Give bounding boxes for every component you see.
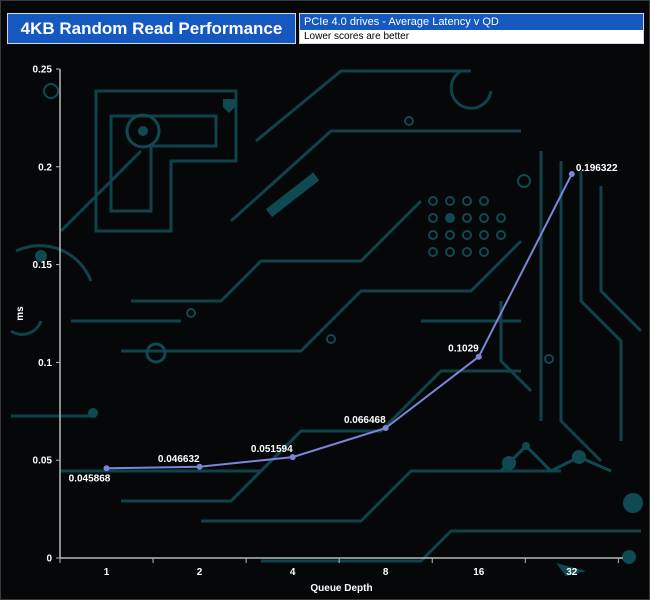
data-label: 0.046632 — [158, 454, 200, 465]
series-line — [106, 173, 573, 470]
y-axis-ticks: 0 0.05 0.1 0.15 0.2 0.25 — [33, 65, 60, 565]
series-group — [103, 170, 575, 472]
data-label: 0.196322 — [576, 163, 618, 174]
chart-axes — [59, 69, 623, 559]
chart-frame: 4KB Random Read Performance PCIe 4.0 dri… — [0, 0, 650, 600]
data-label: 0.066468 — [344, 415, 386, 426]
y-tick-label: 0.25 — [33, 65, 53, 76]
data-labels: 0.045868 0.046632 0.051594 0.066468 0.1029 0.… — [69, 163, 618, 484]
x-axis-ticks: 1 2 4 8 16 32 — [59, 558, 619, 578]
y-tick-label: 0.15 — [33, 260, 53, 271]
y-tick-label: 0.2 — [38, 162, 52, 173]
data-point — [568, 170, 575, 177]
y-axis-label: ms — [15, 306, 26, 321]
x-tick-label: 1 — [104, 567, 110, 578]
x-tick-label: 4 — [290, 567, 296, 578]
x-tick-label: 16 — [473, 567, 485, 578]
data-label: 0.051594 — [251, 444, 293, 455]
y-tick-label: 0.1 — [38, 358, 52, 369]
x-tick-label: 2 — [197, 567, 203, 578]
x-axis-label: Queue Depth — [310, 583, 372, 594]
data-label: 0.1029 — [448, 344, 479, 355]
y-tick-label: 0.05 — [33, 456, 53, 467]
data-label: 0.045868 — [69, 473, 111, 484]
x-tick-label: 8 — [383, 567, 389, 578]
x-tick-label: 32 — [566, 567, 578, 578]
data-point — [103, 465, 110, 472]
y-tick-label: 0 — [46, 554, 52, 565]
latency-chart: 0 0.05 0.1 0.15 0.2 0.25 1 2 4 8 16 32 ms Queue De… — [15, 65, 623, 594]
